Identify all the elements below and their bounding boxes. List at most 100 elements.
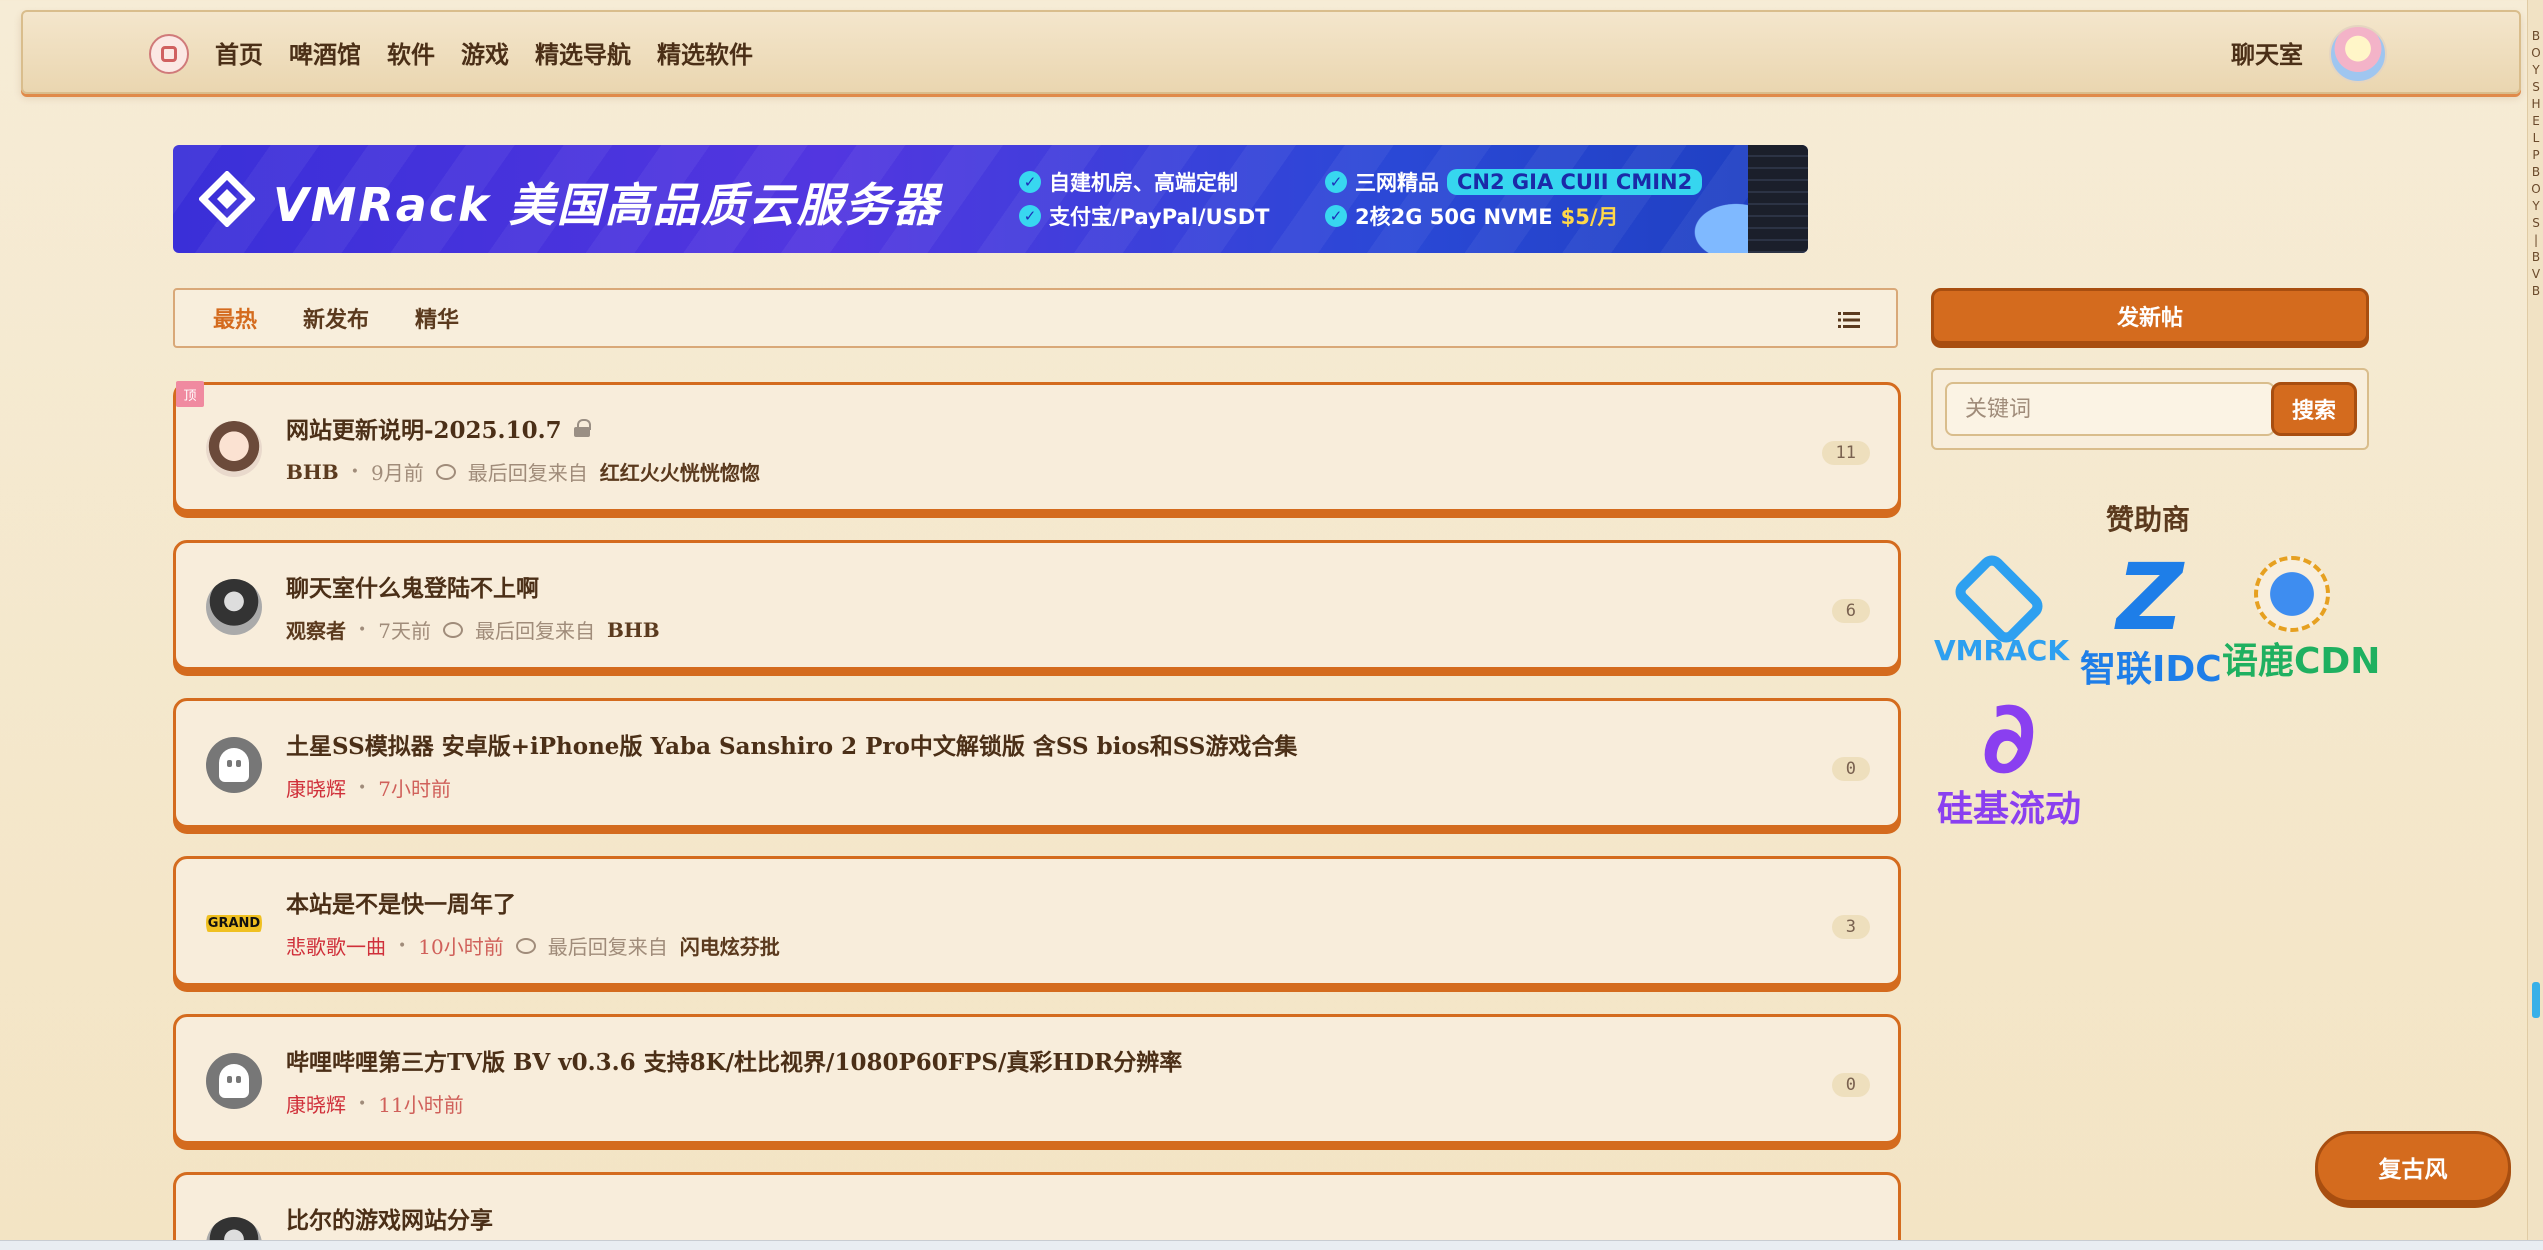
post-time: 7小时前 (378, 777, 451, 801)
vmrack-logo-icon (199, 171, 255, 227)
vertical-site-text: BOYS HELP BOYS | BVB (2531, 29, 2541, 298)
post-time: 9月前 (370, 461, 424, 485)
post-title[interactable]: 聊天室什么鬼登陆不上啊 (286, 569, 539, 603)
separator-dot: • (358, 621, 367, 638)
separator-dot: • (358, 779, 367, 796)
banner-feature: ✓ 支付宝/PayPal/USDT (1019, 201, 1270, 231)
post-title-text[interactable]: 本站是不是快一周年了 (286, 885, 516, 919)
side-scrollbar[interactable]: BOYS HELP BOYS | BVB (2527, 0, 2543, 1240)
zhilian-logo-icon: Z (2116, 544, 2184, 651)
post-title[interactable]: 哔哩哔哩第三方TV版 BV v0.3.6 支持8K/杜比视界/1080P60FP… (286, 1043, 1182, 1077)
check-icon: ✓ (1325, 171, 1347, 193)
tab-featured[interactable]: 精华 (415, 302, 459, 334)
retro-theme-button[interactable]: 复古风 (2315, 1131, 2511, 1203)
ad-banner[interactable]: VMRack 美国高品质云服务器 ✓ 自建机房、高端定制 ✓ 三网精品 CN2 … (173, 145, 1808, 253)
post-title[interactable]: 本站是不是快一周年了 (286, 885, 516, 919)
nav-home[interactable]: 首页 (215, 35, 263, 70)
search-button[interactable]: 搜索 (2271, 382, 2357, 436)
sponsor-vmrack[interactable]: VMRACK (1934, 550, 2069, 667)
last-reply-label: 最后回复来自 (547, 935, 668, 959)
separator-dot: • (350, 463, 359, 480)
banner-feature-text: 支付宝/PayPal/USDT (1049, 205, 1270, 229)
author-avatar[interactable] (206, 421, 262, 477)
post-card[interactable]: 顶 网站更新说明-2025.10.7 BHB • 9月前 最后回复来自 红红火火… (173, 381, 1901, 512)
tab-new[interactable]: 新发布 (303, 302, 369, 334)
author-name[interactable]: 康晓辉 (286, 1089, 346, 1118)
siliconflow-logo-icon: ∂ (1981, 679, 2037, 796)
nav-pub[interactable]: 啤酒馆 (289, 35, 361, 70)
banner-title: VMRack 美国高品质云服务器 (273, 178, 941, 232)
list-view-icon[interactable] (1838, 311, 1860, 329)
post-meta: 观察者 • 7天前 最后回复来自 BHB (286, 615, 660, 644)
separator-dot: • (358, 1095, 367, 1112)
author-avatar[interactable] (206, 579, 262, 635)
nav-games[interactable]: 游戏 (461, 35, 509, 70)
banner-price: $5/月 (1560, 205, 1619, 229)
post-card[interactable]: GRAND 本站是不是快一周年了 悲歌歌一曲 • 10小时前 最后回复来自 闪电… (173, 856, 1901, 986)
author-name[interactable]: 康晓辉 (286, 773, 346, 802)
server-rack-icon (1748, 145, 1808, 253)
search-panel: 搜索 (1931, 368, 2369, 450)
sponsor-yulu-cdn[interactable]: 语鹿CDN (2222, 556, 2381, 684)
check-icon: ✓ (1019, 171, 1041, 193)
nav-featured-software[interactable]: 精选软件 (657, 35, 753, 70)
banner-feature: ✓ 2核2G 50G NVME $5/月 (1325, 201, 1619, 231)
user-avatar[interactable] (2329, 25, 2387, 83)
comment-icon (515, 937, 536, 954)
post-list: 顶 网站更新说明-2025.10.7 BHB • 9月前 最后回复来自 红红火火… (173, 381, 1901, 1250)
post-title-text[interactable]: 聊天室什么鬼登陆不上啊 (286, 569, 539, 603)
banner-feature-text: 2核2G 50G NVME (1355, 205, 1553, 229)
nav-featured-nav[interactable]: 精选导航 (535, 35, 631, 70)
nav-chatroom[interactable]: 聊天室 (2231, 12, 2303, 92)
last-reply-user[interactable]: 闪电炫芬批 (680, 931, 780, 960)
reply-count-badge: 0 (1831, 757, 1870, 781)
post-title-text[interactable]: 网站更新说明-2025.10.7 (286, 411, 562, 445)
post-title-text[interactable]: 哔哩哔哩第三方TV版 BV v0.3.6 支持8K/杜比视界/1080P60FP… (286, 1043, 1182, 1077)
banner-feature-pill: CN2 GIA CUII CMIN2 (1447, 169, 1703, 195)
pinned-badge: 顶 (176, 381, 204, 407)
post-title[interactable]: 比尔的游戏网站分享 (286, 1201, 493, 1235)
reply-count-badge: 6 (1831, 599, 1870, 623)
sponsor-siliconflow[interactable]: ∂ 硅基流动 (1934, 679, 2084, 832)
post-meta: 悲歌歌一曲 • 10小时前 最后回复来自 闪电炫芬批 (286, 931, 780, 960)
top-navbar: 首页 啤酒馆 软件 游戏 精选导航 精选软件 聊天室 (21, 10, 2521, 94)
author-avatar[interactable]: GRAND (206, 895, 262, 951)
tab-hot[interactable]: 最热 (213, 302, 257, 334)
site-logo-icon[interactable] (149, 34, 189, 74)
reply-count-badge: 0 (1831, 1073, 1870, 1097)
post-card[interactable]: 聊天室什么鬼登陆不上啊 观察者 • 7天前 最后回复来自 BHB 6 (173, 540, 1901, 670)
last-reply-user[interactable]: BHB (607, 618, 660, 642)
post-card[interactable]: 比尔的游戏网站分享 (173, 1172, 1901, 1250)
post-title[interactable]: 土星SS模拟器 安卓版+iPhone版 Yaba Sanshiro 2 Pro中… (286, 727, 1297, 761)
search-input[interactable] (1945, 382, 2275, 436)
sponsor-zhilian-idc[interactable]: Z 智联IDC (2080, 544, 2222, 692)
banner-feature: ✓ 自建机房、高端定制 (1019, 167, 1238, 197)
sponsor-name: 硅基流动 (1936, 789, 2081, 830)
sort-tabs: 最热 新发布 精华 (173, 288, 1898, 348)
post-meta: BHB • 9月前 最后回复来自 红红火火恍恍惚惚 (286, 457, 760, 486)
default-avatar-icon[interactable] (206, 1053, 262, 1109)
new-post-button[interactable]: 发新帖 (1931, 288, 2369, 344)
author-name[interactable]: BHB (286, 460, 339, 484)
nav-software[interactable]: 软件 (387, 35, 435, 70)
post-title-text[interactable]: 比尔的游戏网站分享 (286, 1201, 493, 1235)
post-card[interactable]: 土星SS模拟器 安卓版+iPhone版 Yaba Sanshiro 2 Pro中… (173, 698, 1901, 828)
post-time: 7天前 (378, 619, 431, 643)
last-reply-label: 最后回复来自 (467, 461, 588, 485)
author-name[interactable]: 悲歌歌一曲 (286, 931, 386, 960)
sponsor-name: 智联IDC (2080, 649, 2222, 690)
main-nav: 首页 啤酒馆 软件 游戏 精选导航 精选软件 (215, 12, 779, 92)
sponsor-name: 语鹿CDN (2222, 641, 2381, 682)
post-card[interactable]: 哔哩哔哩第三方TV版 BV v0.3.6 支持8K/杜比视界/1080P60FP… (173, 1014, 1901, 1144)
banner-feature-text: 自建机房、高端定制 (1049, 171, 1238, 195)
separator-dot: • (398, 937, 407, 954)
scroll-thumb[interactable] (2532, 982, 2540, 1018)
post-title-text[interactable]: 土星SS模拟器 安卓版+iPhone版 Yaba Sanshiro 2 Pro中… (286, 727, 1297, 761)
horizontal-scrollbar[interactable] (0, 1240, 2543, 1250)
post-title[interactable]: 网站更新说明-2025.10.7 (286, 411, 591, 445)
last-reply-label: 最后回复来自 (475, 619, 595, 643)
last-reply-user[interactable]: 红红火火恍恍惚惚 (600, 457, 760, 486)
default-avatar-icon[interactable] (206, 737, 262, 793)
shield-icon (2254, 556, 2330, 632)
author-name[interactable]: 观察者 (286, 615, 346, 644)
